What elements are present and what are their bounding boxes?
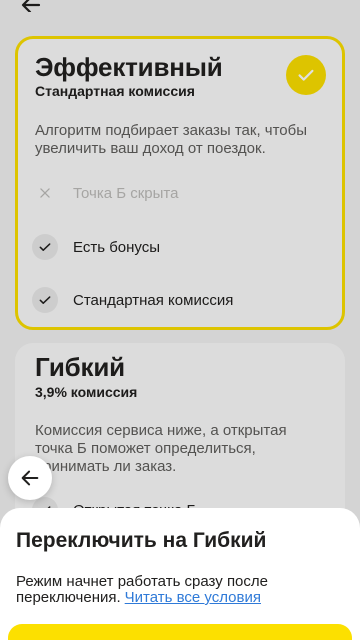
sheet-back-button[interactable] bbox=[8, 456, 52, 500]
sheet-text: переключения. bbox=[16, 589, 121, 606]
switch-mode-sheet: Переключить на Гибкий Режим начнет работ… bbox=[0, 508, 360, 640]
sheet-text: Режим начнет работать сразу после bbox=[16, 573, 268, 590]
read-terms-link[interactable]: Читать все условия bbox=[125, 589, 261, 606]
confirm-switch-button[interactable] bbox=[8, 624, 352, 640]
arrow-left-icon bbox=[19, 467, 41, 489]
mode-selection-screen: Эффективный Стандартная комиссия Алгорит… bbox=[0, 0, 360, 640]
sheet-text-line: переключения. Читать все условия bbox=[16, 589, 261, 607]
sheet-title: Переключить на Гибкий bbox=[16, 529, 267, 552]
